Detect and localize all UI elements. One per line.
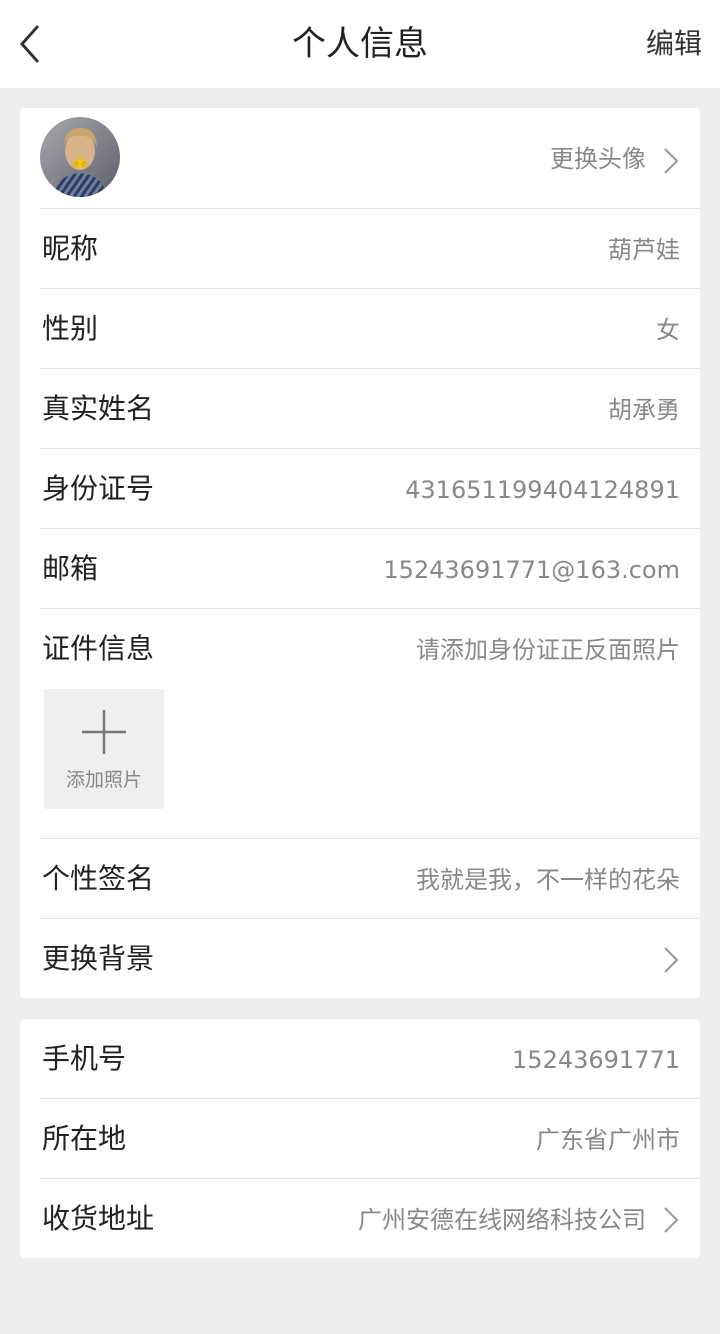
nickname-label: 昵称 bbox=[42, 232, 99, 265]
add-photo-button[interactable]: 添加照片 bbox=[44, 689, 164, 809]
avatar bbox=[40, 117, 120, 197]
gender-value: 女 bbox=[656, 316, 680, 344]
address-row[interactable]: 收货地址 广州安德在线网络科技公司 bbox=[40, 1179, 700, 1258]
page-title: 个人信息 bbox=[292, 24, 428, 64]
email-row[interactable]: 邮箱 15243691771@163.com bbox=[40, 529, 700, 609]
realname-label: 真实姓名 bbox=[42, 392, 155, 425]
signature-label: 个性签名 bbox=[42, 862, 155, 895]
nickname-row[interactable]: 昵称 葫芦娃 bbox=[40, 209, 700, 289]
background-row[interactable]: 更换背景 bbox=[40, 919, 700, 998]
gender-row[interactable]: 性别 女 bbox=[40, 289, 700, 369]
edit-button[interactable]: 编辑 bbox=[646, 22, 702, 66]
cert-label: 证件信息 bbox=[42, 632, 155, 665]
phone-row[interactable]: 手机号 15243691771 bbox=[40, 1019, 700, 1099]
location-value: 广东省广州市 bbox=[536, 1126, 680, 1154]
phone-label: 手机号 bbox=[42, 1042, 127, 1075]
email-value: 15243691771@163.com bbox=[383, 556, 680, 584]
realname-value: 胡承勇 bbox=[608, 396, 680, 424]
address-value: 广州安德在线网络科技公司 bbox=[358, 1206, 646, 1234]
location-label: 所在地 bbox=[42, 1122, 127, 1155]
nickname-value: 葫芦娃 bbox=[608, 236, 680, 264]
contact-card: 手机号 15243691771 所在地 广东省广州市 收货地址 广州安德在线网络… bbox=[20, 1019, 700, 1258]
plus-icon bbox=[82, 710, 126, 754]
location-row[interactable]: 所在地 广东省广州市 bbox=[40, 1099, 700, 1179]
chevron-right-icon bbox=[664, 148, 679, 174]
signature-row[interactable]: 个性签名 我就是我，不一样的花朵 bbox=[40, 839, 700, 919]
avatar-row[interactable]: 更换头像 bbox=[40, 108, 700, 209]
chevron-right-icon bbox=[664, 1207, 679, 1233]
chevron-right-icon bbox=[664, 947, 679, 973]
phone-value: 15243691771 bbox=[512, 1046, 680, 1074]
profile-card: 更换头像 昵称 葫芦娃 性别 女 真实姓名 胡承勇 身份证号 431651199… bbox=[20, 108, 700, 998]
chevron-left-icon bbox=[19, 25, 40, 63]
idnum-value: 431651199404124891 bbox=[405, 476, 680, 504]
change-avatar-label: 更换头像 bbox=[550, 145, 646, 173]
cert-hint: 请添加身份证正反面照片 bbox=[416, 636, 680, 664]
navigation-bar: 个人信息 编辑 bbox=[0, 0, 720, 88]
idnum-label: 身份证号 bbox=[42, 472, 155, 505]
email-label: 邮箱 bbox=[42, 552, 99, 585]
realname-row[interactable]: 真实姓名 胡承勇 bbox=[40, 369, 700, 449]
cert-row: 证件信息 请添加身份证正反面照片 添加照片 bbox=[40, 609, 700, 839]
gender-label: 性别 bbox=[42, 312, 99, 345]
add-photo-label: 添加照片 bbox=[65, 769, 142, 791]
back-button[interactable] bbox=[14, 20, 54, 68]
background-label: 更换背景 bbox=[42, 942, 155, 975]
signature-value: 我就是我，不一样的花朵 bbox=[416, 866, 680, 894]
idnum-row[interactable]: 身份证号 431651199404124891 bbox=[40, 449, 700, 529]
address-label: 收货地址 bbox=[42, 1202, 155, 1235]
